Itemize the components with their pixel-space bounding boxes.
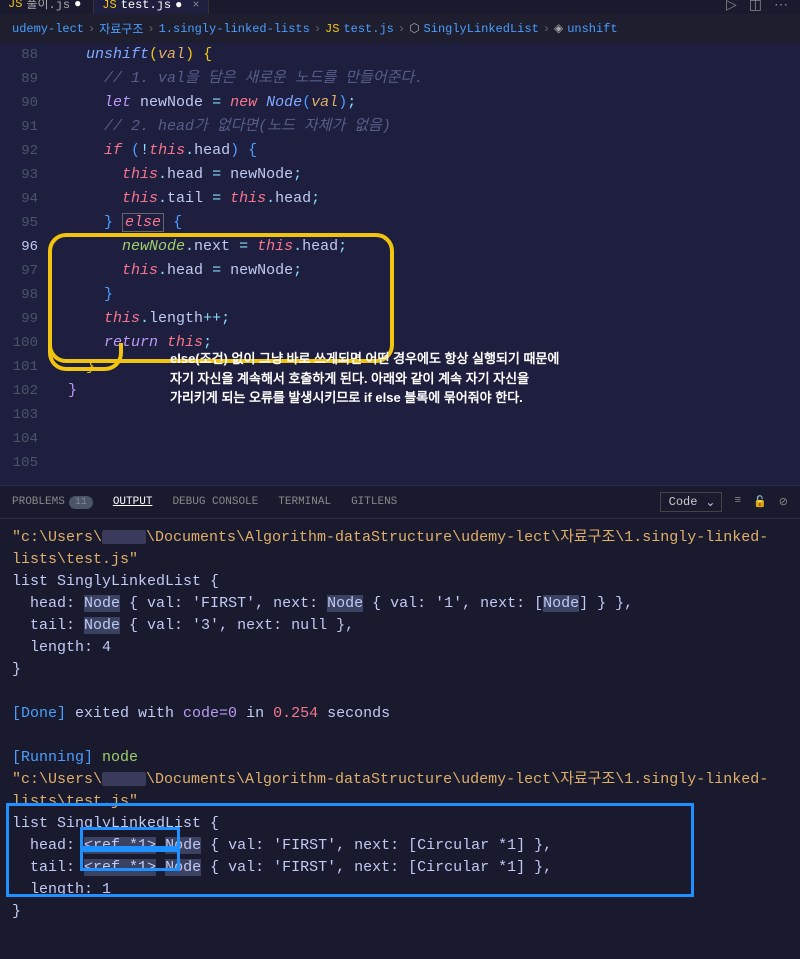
tab-debug-console[interactable]: DEBUG CONSOLE bbox=[172, 496, 258, 508]
js-icon: JS bbox=[325, 22, 339, 36]
crumb[interactable]: 자료구조 bbox=[99, 20, 143, 37]
js-icon: JS bbox=[102, 0, 116, 12]
tab-terminal[interactable]: TERMINAL bbox=[278, 496, 331, 508]
split-icon[interactable]: ◫ bbox=[749, 0, 762, 14]
clear-icon[interactable]: ⊘ bbox=[779, 495, 788, 509]
tab-output[interactable]: OUTPUT bbox=[113, 496, 153, 508]
crumb[interactable]: SinglyLinkedList bbox=[424, 22, 539, 36]
tab-label: 풀이.js bbox=[26, 0, 70, 12]
crumb[interactable]: udemy-lect bbox=[12, 22, 84, 36]
crumb-sep: › bbox=[398, 22, 405, 36]
run-icon[interactable]: ▷ bbox=[726, 0, 737, 14]
js-icon: JS bbox=[8, 0, 22, 11]
tab-gitlens[interactable]: GITLENS bbox=[351, 496, 397, 508]
redacted-username bbox=[102, 772, 146, 786]
annotation-text: else(조건) 없이 그냥 바로 쓰게되면 어떤 경우에도 항상 실행되기 때… bbox=[170, 349, 720, 408]
close-icon[interactable]: × bbox=[192, 0, 199, 12]
class-icon: ⬡ bbox=[409, 21, 419, 36]
tabs-bar: JS 풀이.js ● JS test.js ● × ▷ ◫ ⋯ bbox=[0, 0, 800, 14]
filter-icon[interactable]: ≡ bbox=[734, 495, 741, 509]
method-icon: ◈ bbox=[554, 21, 563, 36]
modified-dot: ● bbox=[74, 0, 81, 11]
tab-inactive[interactable]: JS 풀이.js ● bbox=[0, 0, 94, 14]
crumb[interactable]: test.js bbox=[343, 22, 393, 36]
crumb-sep: › bbox=[314, 22, 321, 36]
crumb[interactable]: 1.singly-linked-lists bbox=[159, 22, 310, 36]
redacted-username bbox=[102, 530, 146, 544]
code-editor[interactable]: 88 89 90 91 92 93 94 95 96 97 98 99 100 … bbox=[0, 43, 800, 485]
lock-icon[interactable]: 🔓 bbox=[753, 495, 767, 509]
tab-active[interactable]: JS test.js ● × bbox=[94, 0, 208, 14]
modified-dot: ● bbox=[175, 0, 182, 12]
header-actions: ▷ ◫ ⋯ bbox=[726, 0, 800, 14]
crumb-sep: › bbox=[88, 22, 95, 36]
tab-problems[interactable]: PROBLEMS11 bbox=[12, 496, 93, 508]
line-gutter: 88 89 90 91 92 93 94 95 96 97 98 99 100 … bbox=[0, 43, 50, 475]
output-panel[interactable]: "c:\Users\\Documents\Algorithm-dataStruc… bbox=[0, 519, 800, 959]
breadcrumb: udemy-lect › 자료구조 › 1.singly-linked-list… bbox=[0, 14, 800, 43]
crumb-sep: › bbox=[543, 22, 550, 36]
code-area[interactable]: unshift(val) { // 1. val을 담은 새로운 노드를 만들어… bbox=[50, 43, 800, 475]
panel-tabs: PROBLEMS11 OUTPUT DEBUG CONSOLE TERMINAL… bbox=[0, 485, 800, 519]
tab-label: test.js bbox=[121, 0, 171, 12]
crumb[interactable]: unshift bbox=[567, 22, 617, 36]
crumb-sep: › bbox=[147, 22, 154, 36]
output-channel-dropdown[interactable]: Code bbox=[660, 492, 723, 512]
more-icon[interactable]: ⋯ bbox=[774, 0, 788, 14]
